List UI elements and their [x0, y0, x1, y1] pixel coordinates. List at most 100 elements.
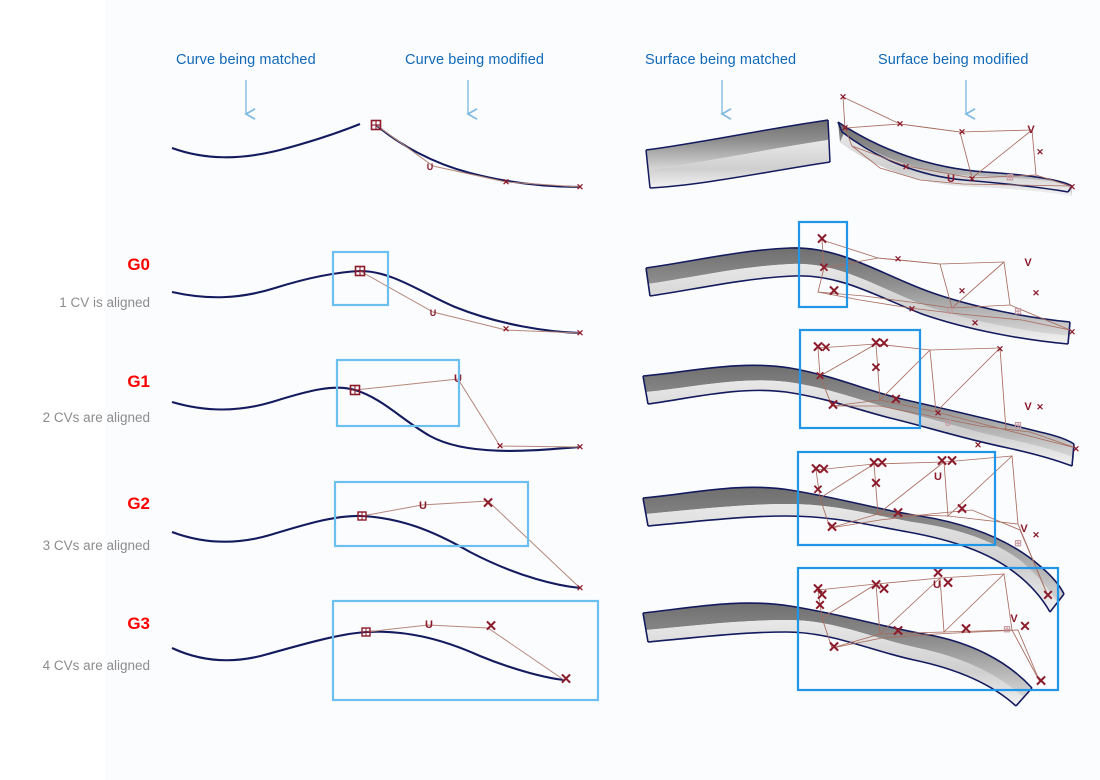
- row-caption-g1: 2 CVs are aligned: [42, 410, 150, 425]
- svg-text:✕: ✕: [1068, 327, 1076, 337]
- g1-curve: [171, 386, 581, 452]
- svg-text:✕: ✕: [896, 119, 904, 129]
- svg-text:✕: ✕: [815, 369, 825, 383]
- g0-surface: ✕ ✕ ✕ ✕ ✕ V ✕ ✕ ✕ U ⊞ ✕: [645, 231, 1076, 345]
- svg-text:✕: ✕: [841, 123, 849, 133]
- svg-text:⊞: ⊞: [1014, 306, 1022, 316]
- svg-text:✕: ✕: [482, 495, 495, 512]
- svg-text:✕: ✕: [576, 328, 584, 338]
- matched-surface: [645, 119, 831, 189]
- curve-hull: [375, 124, 581, 188]
- svg-text:U: U: [934, 471, 942, 483]
- cv-markers-curve: U ✕ ✕: [370, 119, 584, 192]
- g3-surface: ✕ ✕ ✕ ✕ ✕ ✕ ✕ ✕ U ✕ ✕ V ✕ ⊞ ✕: [642, 565, 1048, 707]
- svg-text:✕: ✕: [1068, 182, 1076, 192]
- row-g1: U ✕ ✕ ✕ ✕ ✕ ✕ ✕ ✕ ✕ ✕ ✕ V ✕ ✕ U ⊞ ✕ ✕: [171, 335, 1080, 467]
- svg-text:✕: ✕: [890, 391, 902, 407]
- svg-text:✕: ✕: [894, 254, 902, 264]
- geometry-layer: U ✕ ✕ ✕ ✕ ✕ ✕ V ✕ ✕ ✕ U ⊞ ✕ U ✕ ✕ ✕ ✕ ✕ …: [171, 80, 1080, 707]
- modified-curve: [375, 124, 581, 189]
- g0-hull: [359, 270, 581, 334]
- svg-text:✕: ✕: [946, 453, 959, 470]
- highlight-box-g2-curve: [333, 480, 530, 548]
- svg-text:U: U: [947, 173, 955, 185]
- svg-text:✕: ✕: [1036, 147, 1044, 157]
- svg-text:✕: ✕: [560, 671, 573, 688]
- svg-text:V: V: [1024, 257, 1032, 269]
- svg-text:✕: ✕: [502, 324, 510, 334]
- g1-origin-marker: [349, 384, 361, 396]
- svg-text:✕: ✕: [960, 621, 973, 638]
- row-label-g3: G3: [127, 614, 150, 633]
- highlight-box-g0-curve: [331, 250, 390, 307]
- g3-curve: [171, 630, 565, 682]
- cv-label-u: U: [427, 162, 434, 172]
- svg-text:✕: ✕: [1032, 288, 1040, 298]
- cv-x-1: ✕: [502, 177, 510, 187]
- row-label-g2: G2: [127, 494, 150, 513]
- svg-text:✕: ✕: [828, 283, 841, 300]
- row-reference: U ✕ ✕ ✕ ✕ ✕ ✕ V ✕ ✕ ✕ U ⊞ ✕: [171, 92, 1076, 196]
- svg-text:✕: ✕: [839, 92, 847, 102]
- svg-text:U: U: [419, 500, 427, 512]
- header-surface-matched: Surface being matched: [645, 52, 797, 68]
- svg-text:V: V: [1024, 401, 1032, 413]
- svg-text:✕: ✕: [878, 335, 890, 351]
- svg-text:U: U: [945, 418, 952, 428]
- svg-text:✕: ✕: [876, 455, 889, 472]
- svg-text:✕: ✕: [934, 408, 942, 418]
- svg-text:✕: ✕: [1035, 673, 1048, 690]
- g0-origin-marker: [354, 265, 366, 277]
- svg-text:✕: ✕: [819, 260, 830, 275]
- svg-text:✕: ✕: [1019, 618, 1031, 634]
- svg-text:✕: ✕: [878, 581, 891, 598]
- svg-text:✕: ✕: [576, 583, 584, 593]
- svg-text:V: V: [1027, 124, 1035, 136]
- svg-text:✕: ✕: [958, 127, 966, 137]
- row-caption-g3: 4 CVs are aligned: [42, 658, 150, 673]
- header-surface-modified: Surface being modified: [878, 52, 1029, 68]
- svg-text:⊞: ⊞: [1014, 420, 1022, 430]
- svg-text:✕: ✕: [576, 442, 584, 452]
- svg-text:✕: ✕: [871, 360, 882, 375]
- svg-text:✕: ✕: [816, 231, 829, 248]
- g1-hull: [354, 378, 581, 448]
- svg-text:✕: ✕: [828, 639, 841, 656]
- svg-text:✕: ✕: [827, 397, 840, 414]
- row-g3: U ✕ ✕ ✕ ✕ ✕ ✕ ✕ ✕ ✕ ✕ U ✕ ✕ V ✕ ⊞ ✕: [171, 565, 1048, 707]
- g2-curve: [171, 514, 581, 590]
- svg-text:U: U: [933, 579, 941, 591]
- svg-text:✕: ✕: [942, 575, 955, 592]
- svg-text:✕: ✕: [485, 618, 498, 635]
- svg-text:✕: ✕: [956, 501, 969, 518]
- svg-text:✕: ✕: [1072, 444, 1080, 454]
- svg-text:⊞: ⊞: [1014, 538, 1022, 548]
- svg-text:✕: ✕: [971, 318, 979, 328]
- svg-text:✕: ✕: [814, 597, 826, 613]
- g2-surface: ✕ ✕ ✕ ✕ ✕ ✕ ✕ ✕ ✕ U ✕ ✕ V ✕ ⊞ ✕: [642, 453, 1065, 613]
- svg-text:V: V: [1020, 523, 1028, 535]
- svg-text:✕: ✕: [892, 505, 905, 522]
- svg-text:V: V: [1010, 613, 1018, 625]
- svg-text:✕: ✕: [974, 440, 982, 450]
- matched-curve: [171, 123, 361, 159]
- row-label-g1: G1: [127, 372, 150, 391]
- svg-text:✕: ✕: [958, 286, 966, 296]
- svg-text:✕: ✕: [1036, 402, 1044, 412]
- svg-text:U: U: [430, 308, 437, 318]
- svg-text:⊞: ⊞: [1006, 172, 1014, 182]
- diagram-canvas: U ✕ ✕ ✕ ✕ ✕ ✕ V ✕ ✕ ✕ U ⊞ ✕ U ✕ ✕ ✕ ✕ ✕ …: [0, 0, 1100, 780]
- row-g2: U ✕ ✕ ✕ ✕ ✕ ✕ ✕ ✕ ✕ ✕ ✕ U ✕ ✕ V ✕ ⊞ ✕: [171, 453, 1065, 613]
- row-label-g0: G0: [127, 255, 150, 274]
- svg-text:✕: ✕: [870, 475, 882, 491]
- svg-text:✕: ✕: [826, 519, 839, 536]
- svg-text:✕: ✕: [813, 482, 824, 497]
- svg-text:U: U: [947, 306, 954, 316]
- g3-origin-marker: [361, 627, 371, 637]
- g2-origin-marker: [357, 511, 367, 521]
- svg-text:✕: ✕: [908, 304, 916, 314]
- modified-surface: ✕ ✕ ✕ ✕ V ✕ ✕ ✕ U ⊞ ✕: [837, 92, 1076, 196]
- header-arrows: [244, 80, 976, 120]
- svg-text:✕: ✕: [818, 461, 830, 477]
- svg-text:✕: ✕: [902, 162, 910, 172]
